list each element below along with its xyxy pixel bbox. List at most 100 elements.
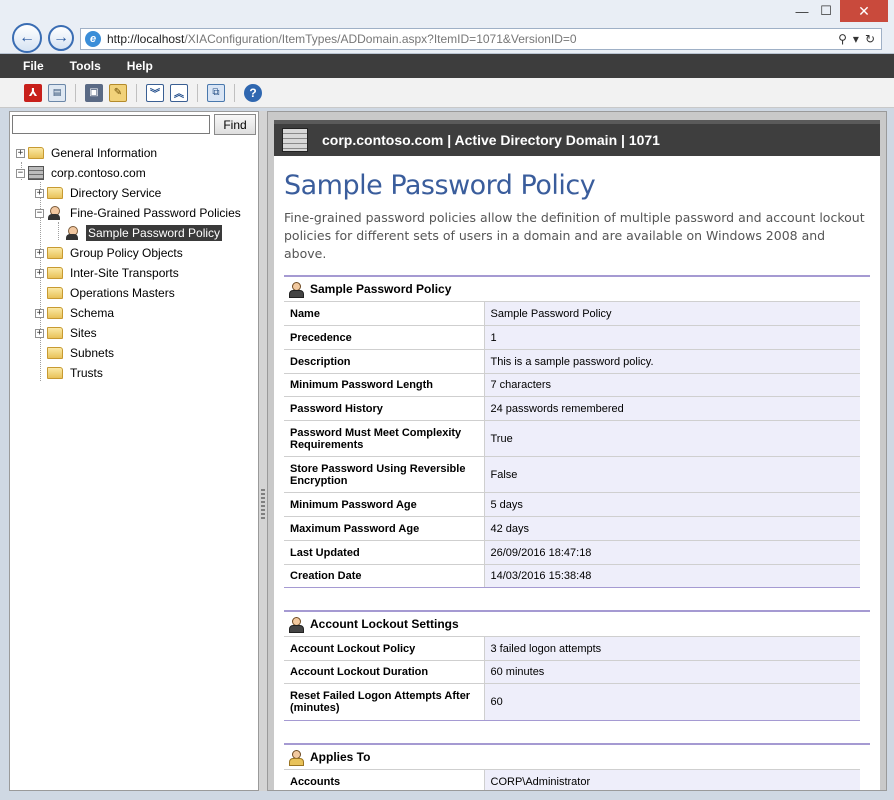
collapse-all-icon[interactable]: ︽ — [170, 83, 188, 102]
table-row: Accounts CORP\Administrator — [284, 769, 860, 790]
help-icon[interactable]: ? — [244, 83, 262, 102]
toolbar-separator — [136, 83, 137, 102]
policy-icon — [47, 205, 63, 221]
applies-section: Applies To Accounts CORP\Administrator — [284, 743, 870, 790]
table-row: Last Updated 26/09/2016 18:47:18 — [284, 540, 860, 565]
property-value: 60 — [484, 683, 860, 721]
search-icon[interactable]: ⚲ — [838, 32, 847, 46]
subnets-icon — [47, 347, 63, 359]
tree-item-label: Subnets — [70, 346, 115, 360]
table-row: Account Lockout Policy 3 failed logon att… — [284, 636, 860, 661]
table-row: Reset Failed Logon Attempts After (minut… — [284, 683, 860, 721]
item-header: corp.contoso.com | Active Directory Doma… — [274, 120, 880, 156]
expand-icon[interactable]: + — [35, 188, 44, 198]
menu-file[interactable]: File — [0, 59, 57, 73]
chevron-down-icon[interactable]: ▾ — [853, 32, 859, 46]
tree-item-label: General Information — [51, 146, 158, 160]
minimize-button[interactable]: — — [790, 0, 814, 22]
content-document: corp.contoso.com | Active Directory Doma… — [274, 120, 880, 790]
close-button[interactable]: ✕ — [840, 0, 888, 22]
expand-icon[interactable]: + — [35, 308, 44, 318]
address-bar[interactable]: e http://localhost/XIAConfiguration/Item… — [80, 28, 882, 50]
property-value: True — [484, 420, 860, 457]
tree-item-group-policy-objects[interactable]: + Group Policy Objects — [35, 244, 185, 262]
expand-icon[interactable]: + — [35, 248, 44, 258]
section-title: Applies To — [310, 750, 371, 764]
browser-titlebar: — ☐ ✕ ← → e http://localhost/XIAConfigur… — [0, 0, 894, 54]
tree-item-general-information[interactable]: + General Information — [16, 144, 159, 162]
tree-item-sample-password-policy[interactable]: Sample Password Policy — [53, 224, 223, 242]
toolbar-separator — [234, 83, 235, 102]
url-text[interactable]: http://localhost/XIAConfiguration/ItemTy… — [107, 32, 838, 46]
maximize-button[interactable]: ☐ — [814, 0, 838, 22]
folder-icon — [47, 367, 63, 379]
folder-icon — [47, 327, 63, 339]
export-icon[interactable]: ▤ — [48, 83, 66, 102]
tree-item-label: Sample Password Policy — [86, 225, 223, 241]
table-row: Password History 24 passwords remembered — [284, 396, 860, 421]
property-name: Account Lockout Policy — [284, 636, 485, 661]
tree-item-label: Inter-Site Transports — [70, 266, 179, 280]
tree-item-domain[interactable]: − corp.contoso.com — [16, 164, 148, 182]
pane-splitter[interactable] — [259, 111, 267, 791]
compare-icon[interactable]: ⧉ — [207, 83, 225, 102]
tree-item-trusts[interactable]: Trusts — [35, 364, 105, 382]
collapse-icon[interactable]: − — [16, 168, 25, 178]
tree-item-label: Group Policy Objects — [70, 246, 183, 260]
folder-icon — [47, 187, 63, 199]
content-pane: corp.contoso.com | Active Directory Doma… — [267, 111, 887, 791]
ie-icon: e — [85, 31, 101, 47]
property-name: Name — [284, 301, 485, 326]
applies-table: Accounts CORP\Administrator — [284, 769, 860, 790]
forward-button[interactable]: → — [48, 25, 74, 51]
expand-icon[interactable]: + — [35, 328, 44, 338]
search-input[interactable] — [12, 115, 210, 134]
expand-icon[interactable]: + — [35, 268, 44, 278]
back-button[interactable]: ← — [12, 23, 42, 53]
arrow-right-icon: → — [53, 29, 69, 46]
table-row: Password Must Meet Complexity Requiremen… — [284, 420, 860, 457]
property-value: 60 minutes — [484, 660, 860, 684]
table-row: Name Sample Password Policy — [284, 301, 860, 326]
menu-help[interactable]: Help — [114, 59, 166, 73]
tree-item-operations-masters[interactable]: Operations Masters — [35, 284, 177, 302]
user-policy-icon — [65, 225, 81, 241]
save-icon[interactable]: ▣ — [85, 83, 103, 102]
policy-section: Sample Password Policy Name Sample Passwo… — [284, 275, 870, 588]
property-value: 5 days — [484, 492, 860, 517]
find-button[interactable]: Find — [214, 114, 256, 135]
property-name: Password History — [284, 396, 485, 421]
collapse-icon[interactable]: − — [35, 208, 44, 218]
tree-item-label: Trusts — [70, 366, 103, 380]
tree-item-inter-site-transports[interactable]: + Inter-Site Transports — [35, 264, 181, 282]
expand-all-icon[interactable]: ︾ — [146, 83, 164, 102]
edit-icon[interactable]: ✎ — [109, 83, 127, 102]
property-value: 3 failed logon attempts — [484, 636, 860, 661]
tree-item-schema[interactable]: + Schema — [35, 304, 116, 322]
tree-item-label: corp.contoso.com — [51, 166, 146, 180]
refresh-icon[interactable]: ↻ — [865, 32, 875, 46]
tree-item-label: Fine-Grained Password Policies — [70, 206, 241, 220]
pdf-icon[interactable]: ⅄ — [24, 83, 42, 102]
menu-tools[interactable]: Tools — [57, 59, 114, 73]
domain-icon — [28, 166, 44, 180]
tree-item-subnets[interactable]: Subnets — [35, 344, 116, 362]
tree-item-sites[interactable]: + Sites — [35, 324, 99, 342]
splitter-grip-icon[interactable] — [261, 489, 265, 519]
expand-icon[interactable]: + — [16, 148, 25, 158]
section-title: Account Lockout Settings — [310, 617, 459, 631]
property-value: 14/03/2016 15:38:48 — [484, 564, 860, 588]
table-row: Maximum Password Age 42 days — [284, 516, 860, 541]
table-row: Store Password Using Reversible Encrypti… — [284, 456, 860, 493]
menu-bar: File Tools Help — [0, 54, 894, 78]
property-value: False — [484, 456, 860, 493]
tree-item-label: Operations Masters — [70, 286, 175, 300]
property-name: Precedence — [284, 325, 485, 350]
policy-table: Name Sample Password Policy Precedence 1 Des… — [284, 301, 860, 588]
property-name: Last Updated — [284, 540, 485, 565]
tree-item-fine-grained-password-policies[interactable]: − Fine-Grained Password Policies — [35, 204, 243, 222]
toolbar: ⅄ ▤ ▣ ✎ ︾ ︽ ⧉ ? — [0, 78, 894, 108]
property-name: Minimum Password Age — [284, 492, 485, 517]
tree-item-directory-service[interactable]: + Directory Service — [35, 184, 163, 202]
property-name: Maximum Password Age — [284, 516, 485, 541]
